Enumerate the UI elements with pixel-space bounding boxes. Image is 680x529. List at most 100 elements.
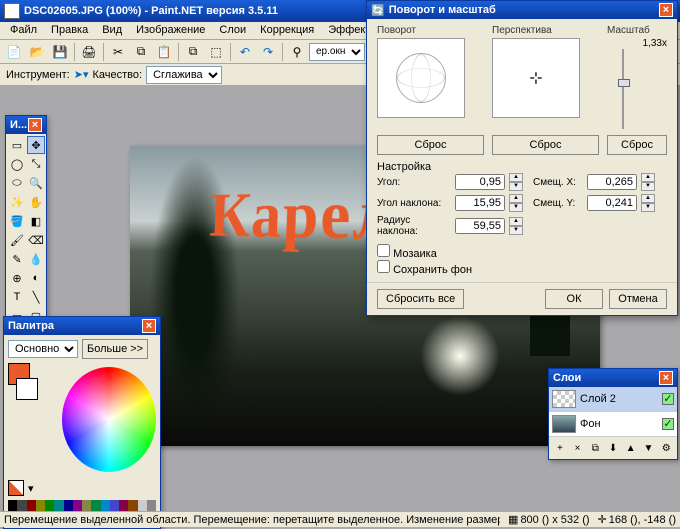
swap-colors-icon[interactable] <box>8 480 24 496</box>
tools-panel: И...× ▭ ✥ ◯ ⤡ ⬭ 🔍 ✨ ✋ 🪣 ◧ 🖌 ⌫ ✎ 💧 ⊕ ◐ T … <box>5 115 47 347</box>
reset-rotate-button[interactable]: Сброс <box>377 135 484 155</box>
reset-all-button[interactable]: Сбросить все <box>377 289 464 309</box>
palette-title[interactable]: Палитра× <box>4 317 160 335</box>
keepbg-checkbox[interactable]: Сохранить фон <box>377 264 472 276</box>
cancel-button[interactable]: Отмена <box>609 289 667 309</box>
clone-tool[interactable]: ⊕ <box>8 269 26 287</box>
quality-label: Качество: <box>93 69 143 81</box>
menu-file[interactable]: Файл <box>4 23 43 38</box>
menu-edit[interactable]: Правка <box>45 23 94 38</box>
quality-select[interactable]: Сглажива... <box>146 66 222 84</box>
layers-title[interactable]: Слои× <box>549 369 677 387</box>
sun-glow <box>420 316 500 396</box>
secondary-color[interactable] <box>16 378 38 400</box>
layer-list: Слой 2✓Фон✓ <box>549 387 677 437</box>
pencil-tool[interactable]: ✎ <box>8 250 26 268</box>
spinner[interactable]: ▲▼ <box>509 217 523 235</box>
move-tool[interactable]: ✥ <box>27 136 45 154</box>
spinner[interactable]: ▲▼ <box>641 194 655 212</box>
menu-layers[interactable]: Слои <box>213 23 252 38</box>
rotate-preview[interactable] <box>377 38 465 118</box>
offx-label: Смещ. X: <box>533 177 583 188</box>
gradient-tool[interactable]: ◧ <box>27 212 45 230</box>
layer-item[interactable]: Слой 2 ✓ <box>549 387 677 412</box>
bucket-tool[interactable]: 🪣 <box>8 212 26 230</box>
spinner[interactable]: ▲▼ <box>509 194 523 212</box>
rect-select-tool[interactable]: ▭ <box>8 136 26 154</box>
paste-icon[interactable]: 📋 <box>153 41 175 63</box>
new-icon[interactable]: 📄 <box>3 41 25 63</box>
scale-slider[interactable] <box>622 49 652 129</box>
recolor-tool[interactable]: ◐ <box>27 269 45 287</box>
tilt-input[interactable] <box>455 195 505 211</box>
spinner[interactable]: ▲▼ <box>509 173 523 191</box>
color-wheel[interactable] <box>62 367 156 472</box>
close-icon[interactable]: × <box>659 3 673 17</box>
menu-image[interactable]: Изображение <box>130 23 211 38</box>
deselect-icon[interactable]: ⬚ <box>205 41 227 63</box>
copy-icon[interactable]: ⧉ <box>130 41 152 63</box>
add-layer-icon[interactable]: + <box>552 440 568 456</box>
save-icon[interactable]: 💾 <box>49 41 71 63</box>
spinner[interactable]: ▲▼ <box>641 173 655 191</box>
move-sel-tool[interactable]: ⤡ <box>27 155 45 173</box>
dup-layer-icon[interactable]: ⧉ <box>587 440 603 456</box>
cut-icon[interactable]: ✂ <box>107 41 129 63</box>
redo-icon[interactable]: ↷ <box>257 41 279 63</box>
layer-thumb <box>552 415 576 433</box>
text-tool[interactable]: T <box>8 288 26 306</box>
menu-adjust[interactable]: Коррекция <box>254 23 320 38</box>
chevron-down-icon[interactable]: ▾ <box>28 482 34 495</box>
offy-input[interactable] <box>587 195 637 211</box>
up-layer-icon[interactable]: ▲ <box>623 440 639 456</box>
props-layer-icon[interactable]: ⚙ <box>658 440 674 456</box>
offy-label: Смещ. Y: <box>533 198 583 209</box>
layers-panel: Слои× Слой 2✓Фон✓ + × ⧉ ⬇ ▲ ▼ ⚙ <box>548 368 678 460</box>
persp-label: Перспектива <box>492 25 599 36</box>
brush-tool[interactable]: 🖌 <box>8 231 26 249</box>
eraser-tool[interactable]: ⌫ <box>27 231 45 249</box>
menu-view[interactable]: Вид <box>96 23 128 38</box>
active-tool-icon[interactable]: ➤▾ <box>74 68 89 81</box>
persp-preview[interactable]: ⊹ <box>492 38 580 118</box>
reset-scale-button[interactable]: Сброс <box>607 135 667 155</box>
tuning-label: Настройка <box>377 161 667 173</box>
window-fit-select[interactable]: ер.окна <box>309 43 365 61</box>
dialog-title[interactable]: 🔄Поворот и масштаб× <box>367 1 677 19</box>
offx-input[interactable] <box>587 174 637 190</box>
status-text: Перемещение выделенной области. Перемеще… <box>4 514 500 526</box>
down-layer-icon[interactable]: ▼ <box>641 440 657 456</box>
close-icon[interactable]: × <box>142 319 156 333</box>
line-tool[interactable]: ╲ <box>27 288 45 306</box>
status-pos: ✛ 168 (), -148 () <box>598 513 676 526</box>
reset-persp-button[interactable]: Сброс <box>492 135 599 155</box>
close-icon[interactable]: × <box>659 371 673 385</box>
layer-name: Слой 2 <box>580 393 616 405</box>
layer-item[interactable]: Фон✓ <box>549 412 677 437</box>
tools-panel-title[interactable]: И...× <box>6 116 46 134</box>
delete-layer-icon[interactable]: × <box>570 440 586 456</box>
statusbar: Перемещение выделенной области. Перемеще… <box>0 511 680 527</box>
lasso-tool[interactable]: ◯ <box>8 155 26 173</box>
ellipse-select-tool[interactable]: ⬭ <box>8 174 26 192</box>
print-icon[interactable]: 🖨 <box>78 41 100 63</box>
radius-input[interactable] <box>455 218 505 234</box>
picker-tool[interactable]: 💧 <box>27 250 45 268</box>
crop-icon[interactable]: ⧉ <box>182 41 204 63</box>
open-icon[interactable]: 📂 <box>26 41 48 63</box>
mosaic-checkbox[interactable]: Мозаика <box>377 248 437 260</box>
merge-layer-icon[interactable]: ⬇ <box>605 440 621 456</box>
zoom-actual-icon[interactable]: ⚲ <box>286 41 308 63</box>
more-button[interactable]: Больше >> <box>82 339 148 359</box>
undo-icon[interactable]: ↶ <box>234 41 256 63</box>
angle-input[interactable] <box>455 174 505 190</box>
ok-button[interactable]: ОК <box>545 289 603 309</box>
scale-value: 1,33x <box>607 38 667 49</box>
zoom-tool[interactable]: 🔍 <box>27 174 45 192</box>
magic-wand-tool[interactable]: ✨ <box>8 193 26 211</box>
color-mode-select[interactable]: Основной <box>8 340 78 358</box>
close-icon[interactable]: × <box>28 118 42 132</box>
layer-visible-checkbox[interactable]: ✓ <box>662 418 674 430</box>
layer-visible-checkbox[interactable]: ✓ <box>662 393 674 405</box>
pan-tool[interactable]: ✋ <box>27 193 45 211</box>
